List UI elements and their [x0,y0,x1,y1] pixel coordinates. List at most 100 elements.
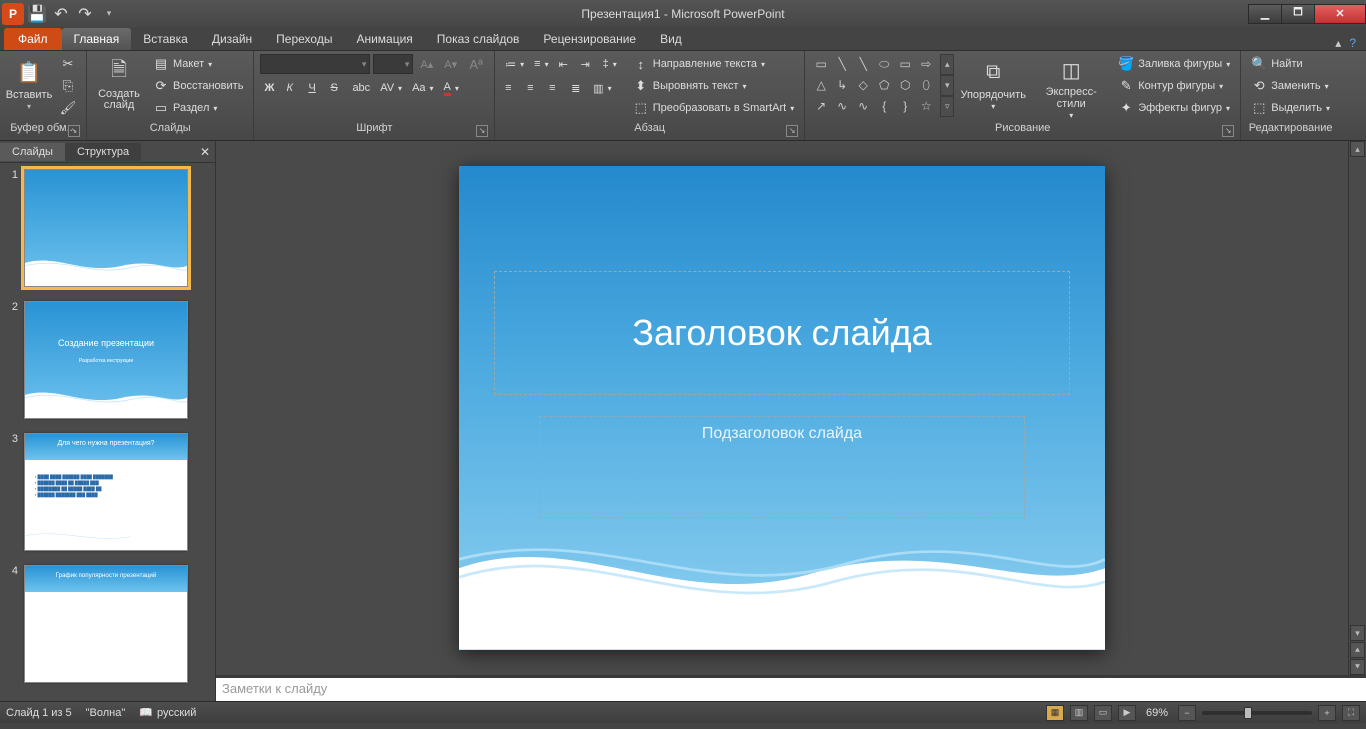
shape-outline-button[interactable]: ✎Контур фигуры▾ [1114,76,1234,96]
shrink-font-button[interactable]: A▾ [440,54,461,74]
italic-button[interactable]: К [282,78,302,98]
slide-canvas[interactable]: Заголовок слайда Подзаголовок слайда [216,141,1348,675]
columns-button[interactable]: ▥▾ [589,78,615,98]
tab-view[interactable]: Вид [648,28,694,50]
section-button[interactable]: ▭Раздел▾ [149,98,247,118]
font-size-combo[interactable] [373,54,413,74]
align-right-button[interactable]: ≡ [545,78,565,98]
align-text-button[interactable]: ⬍Выровнять текст▾ [629,76,798,96]
align-left-button[interactable]: ≡ [501,78,521,98]
slide-thumbnail[interactable]: График популярности презентаций [24,565,188,683]
prev-slide-icon[interactable]: ⯅ [1350,642,1365,658]
new-slide-button[interactable]: 🗎 Создать слайд [93,54,145,120]
select-button[interactable]: ⬚Выделить▾ [1247,98,1334,118]
shape-icon[interactable]: ⬭ [874,54,894,74]
smartart-button[interactable]: ⬚Преобразовать в SmartArt▾ [629,98,798,118]
zoom-in-button[interactable]: + [1318,705,1336,721]
shape-icon[interactable]: ▭ [811,54,831,74]
clear-format-button[interactable]: Aª [464,54,488,74]
panel-close-icon[interactable]: ✕ [195,145,215,159]
align-center-button[interactable]: ≡ [523,78,543,98]
normal-view-button[interactable]: ▦ [1046,705,1064,721]
indent-button[interactable]: ⇥ [577,54,597,74]
find-button[interactable]: 🔍Найти [1247,54,1334,74]
shape-icon[interactable]: ◇ [853,75,873,95]
shapes-gallery[interactable]: ▭╲╲⬭▭⇨ △↳◇⬠⬡⬯ ↗∿∿{}☆ [811,54,936,116]
shape-fill-button[interactable]: 🪣Заливка фигуры▾ [1114,54,1234,74]
shape-effects-button[interactable]: ✦Эффекты фигур▾ [1114,98,1234,118]
ribbon-minimize-icon[interactable]: ▴ [1335,36,1341,50]
shape-icon[interactable]: ⬡ [895,75,915,95]
bold-button[interactable]: Ж [260,78,280,98]
replace-button[interactable]: ⟲Заменить▾ [1247,76,1334,96]
numbering-button[interactable]: ≡▾ [530,54,552,74]
shape-icon[interactable]: ☆ [916,96,936,116]
minimize-button[interactable] [1248,4,1282,24]
dialog-launcher-icon[interactable]: ↘ [1222,125,1234,137]
arrange-button[interactable]: ⧉ Упорядочить▾ [958,54,1028,120]
font-color-button[interactable]: A▾ [440,78,463,98]
underline-button[interactable]: Ч [304,78,324,98]
gallery-up-icon[interactable]: ▴ [940,54,954,75]
format-painter-button[interactable]: 🖌 [56,98,80,118]
linespacing-button[interactable]: ‡▾ [599,54,621,74]
shadow-button[interactable]: abc [348,78,374,98]
zoom-slider[interactable] [1202,711,1312,715]
tab-home[interactable]: Главная [62,28,132,50]
text-direction-button[interactable]: ↕Направление текста▾ [629,54,798,74]
zoom-thumb[interactable] [1244,707,1252,719]
tab-review[interactable]: Рецензирование [531,28,648,50]
shape-icon[interactable]: ↳ [832,75,852,95]
spacing-button[interactable]: AV▾ [376,78,406,98]
sorter-view-button[interactable]: ▥ [1070,705,1088,721]
shape-icon[interactable]: ∿ [832,96,852,116]
tab-file[interactable]: Файл [4,28,62,50]
maximize-button[interactable] [1281,4,1315,24]
shape-icon[interactable]: ╲ [832,54,852,74]
reading-view-button[interactable]: ▭ [1094,705,1112,721]
next-slide-icon[interactable]: ⯆ [1350,659,1365,675]
shape-styles-button[interactable]: ◫ Экспресс-стили▾ [1032,54,1110,120]
dialog-launcher-icon[interactable]: ↘ [786,125,798,137]
font-name-combo[interactable] [260,54,370,74]
shape-icon[interactable]: ▭ [895,54,915,74]
panel-tab-outline[interactable]: Структура [65,143,141,161]
language-indicator[interactable]: 📖русский [139,706,196,719]
layout-button[interactable]: ▤Макет▾ [149,54,247,74]
fit-to-window-button[interactable]: ⛶ [1342,705,1360,721]
copy-button[interactable]: ⎘ [56,76,80,96]
gallery-more-icon[interactable]: ▿ [940,96,954,117]
grow-font-button[interactable]: A▴ [416,54,437,74]
bullets-button[interactable]: ≔▾ [501,54,528,74]
shape-icon[interactable]: ⬠ [874,75,894,95]
tab-animation[interactable]: Анимация [344,28,424,50]
paste-button[interactable]: 📋 Вставить ▾ [6,54,52,120]
zoom-out-button[interactable]: − [1178,705,1196,721]
close-button[interactable] [1314,4,1366,24]
shape-icon[interactable]: △ [811,75,831,95]
redo-icon[interactable]: ↷ [74,3,96,25]
tab-slideshow[interactable]: Показ слайдов [425,28,532,50]
shape-icon[interactable]: ⬯ [916,75,936,95]
shape-icon[interactable]: ⇨ [916,54,936,74]
panel-tab-slides[interactable]: Слайды [0,143,65,161]
dedent-button[interactable]: ⇤ [555,54,575,74]
subtitle-placeholder[interactable]: Подзаголовок слайда [539,416,1025,518]
justify-button[interactable]: ≣ [567,78,587,98]
gallery-down-icon[interactable]: ▾ [940,75,954,96]
dialog-launcher-icon[interactable]: ↘ [68,125,80,137]
strike-button[interactable]: S [326,78,346,98]
help-icon[interactable]: ? [1349,36,1356,50]
shape-icon[interactable]: ╲ [853,54,873,74]
case-button[interactable]: Aa▾ [408,78,437,98]
app-icon[interactable]: P [2,3,24,25]
cut-button[interactable]: ✂ [56,54,80,74]
tab-transitions[interactable]: Переходы [264,28,344,50]
zoom-level[interactable]: 69% [1146,707,1168,719]
reset-button[interactable]: ⟳Восстановить [149,76,247,96]
qat-more-icon[interactable]: ▾ [98,3,120,25]
vertical-scrollbar[interactable]: ▴ ▾ ⯅ ⯆ [1348,141,1366,675]
slide-thumbnail[interactable]: Для чего нужна презентация? ▪ ████ ████ … [24,433,188,551]
tab-insert[interactable]: Вставка [131,28,200,50]
notes-pane[interactable]: Заметки к слайду [216,675,1366,701]
